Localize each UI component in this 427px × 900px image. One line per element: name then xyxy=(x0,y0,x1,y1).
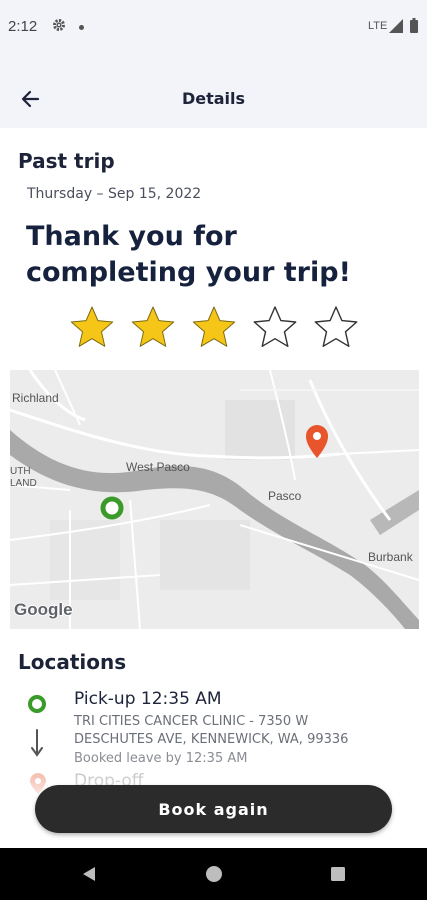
google-logo: Google xyxy=(14,600,73,619)
pickup-circle-icon xyxy=(28,695,46,713)
star-3-icon[interactable] xyxy=(192,305,236,349)
trip-date: Thursday – Sep 15, 2022 xyxy=(27,186,202,202)
book-again-button[interactable]: Book again xyxy=(35,785,392,833)
arrow-down-icon xyxy=(31,729,43,757)
star-1-icon[interactable] xyxy=(70,305,114,349)
star-2-icon[interactable] xyxy=(131,305,175,349)
map-label-south-highlands-2: LAND xyxy=(10,478,37,489)
trip-map[interactable]: Richland West Pasco Pasco Burbank UTH LA… xyxy=(10,370,419,629)
page-title: Details xyxy=(181,89,246,108)
status-bar: 2:12 LTE xyxy=(0,0,427,56)
notification-dot-icon xyxy=(79,25,84,30)
star-5-icon[interactable] xyxy=(314,305,358,349)
pickup-address: TRI CITIES CANCER CLINIC - 7350 W DESCHU… xyxy=(74,714,349,747)
pickup-title: Pick-up 12:35 AM xyxy=(74,689,222,709)
app-bar: Details xyxy=(0,56,427,128)
signal-icon xyxy=(389,19,403,33)
nav-home-icon[interactable] xyxy=(205,865,223,883)
status-time: 2:12 xyxy=(8,18,38,35)
map-label-pasco: Pasco xyxy=(268,489,302,503)
battery-icon xyxy=(410,18,418,33)
nav-recent-apps-icon[interactable] xyxy=(330,866,346,882)
gear-icon xyxy=(53,19,65,31)
map-label-burbank: Burbank xyxy=(368,550,413,564)
map-roads xyxy=(10,370,419,629)
map-label-south-highlands-1: UTH xyxy=(10,466,31,477)
star-4-icon[interactable] xyxy=(253,305,297,349)
past-trip-heading: Past trip xyxy=(18,149,115,173)
locations-heading: Locations xyxy=(18,650,127,674)
pickup-booked-time: Booked leave by 12:35 AM xyxy=(74,751,248,766)
thank-you-headline: Thank you for completing your trip! xyxy=(26,221,351,288)
star-rating[interactable] xyxy=(70,305,360,349)
pickup-marker-icon xyxy=(100,496,124,520)
nav-back-icon[interactable] xyxy=(80,865,98,883)
system-nav-bar xyxy=(0,848,427,900)
network-type: LTE xyxy=(368,20,388,32)
map-label-west-pasco: West Pasco xyxy=(126,460,190,474)
map-label-richland: Richland xyxy=(12,391,59,405)
